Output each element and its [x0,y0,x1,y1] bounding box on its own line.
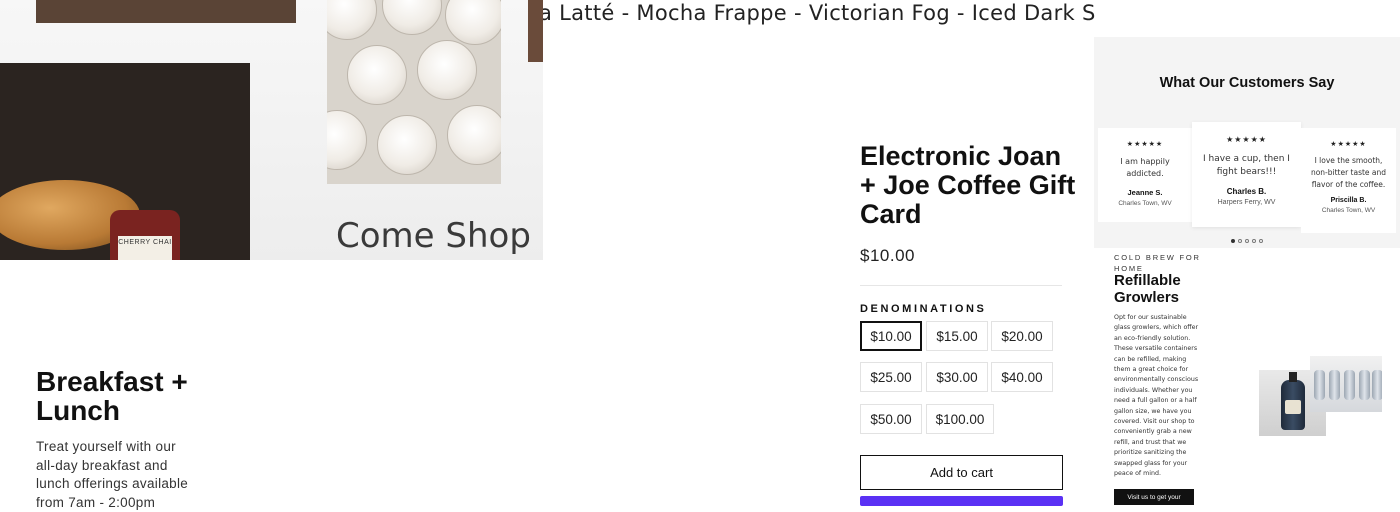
testimonials-section: What Our Customers Say ★★★★★ I am happil… [1094,37,1400,248]
testimonial-card: ★★★★★ I love the smooth, non-bitter tast… [1301,128,1396,233]
drink-marquee: a Latté - Mocha Frappe - Victorian Fog -… [543,0,1095,30]
add-to-cart-button[interactable]: Add to cart [860,455,1063,490]
star-rating-icon: ★★★★★ [1126,141,1164,148]
growlers-cta-button[interactable]: Visit us to get your [1114,489,1194,505]
marquee-text: a Latté - Mocha Frappe - Victorian Fog -… [543,1,1095,25]
denomination-option-15[interactable]: $15.00 [926,321,988,351]
jar-lids-image [327,0,501,184]
testimonial-location: Charles Town, WV [1118,200,1172,207]
denomination-option-40[interactable]: $40.00 [991,362,1053,392]
testimonial-quote: I have a cup, then I fight bears!!! [1203,154,1290,177]
testimonial-name: Charles B. [1226,187,1267,196]
denomination-option-20[interactable]: $20.00 [991,321,1053,351]
carousel-dot[interactable] [1231,239,1235,243]
jam-jar-label: CHERRY CHAI [118,239,172,246]
growlers-eyebrow: COLD BREW FOR HOME [1114,253,1201,273]
hero-photo: CHERRY CHAI Come Shop [0,0,543,260]
growlers-title: Refillable Growlers [1114,272,1181,306]
product-price: $10.00 [860,246,915,265]
growler-bottle-shape [1281,372,1305,430]
testimonial-location: Charles Town, WV [1321,207,1376,214]
testimonial-quote: I love the smooth, non-bitter taste and … [1310,156,1387,189]
denomination-option-10[interactable]: $10.00 [860,321,922,351]
breakfast-text: Treat yourself with our all-day breakfas… [36,439,189,510]
denomination-option-25[interactable]: $25.00 [860,362,922,392]
carousel-dot[interactable] [1252,239,1256,243]
testimonial-card: ★★★★★ I have a cup, then I fight bears!!… [1192,122,1301,227]
denomination-option-100[interactable]: $100.00 [926,404,994,434]
denominations-label: DENOMINATIONS [860,303,987,315]
testimonial-location: Harpers Ferry, WV [1217,199,1276,206]
wood-plank-decor [36,0,296,23]
wood-strip-decor [528,0,543,62]
product-title: Electronic Joan + Joe Coffee Gift Card [860,141,1076,229]
carousel-dot[interactable] [1259,239,1263,243]
carousel-dot[interactable] [1245,239,1249,243]
come-shop-sign: Come Shop [336,216,531,256]
jam-jar-image [110,210,180,260]
testimonial-quote: I am happily addicted. [1120,157,1170,178]
divider [860,285,1062,286]
testimonial-name: Priscilla B. [1330,197,1367,204]
testimonial-name: Jeanne S. [1127,188,1163,197]
star-rating-icon: ★★★★★ [1226,135,1267,144]
carousel-dots [1231,239,1263,243]
testimonials-title: What Our Customers Say [1159,75,1335,91]
testimonial-card: ★★★★★ I am happily addicted. Jeanne S. C… [1098,128,1192,222]
breakfast-title: Breakfast + Lunch [36,366,188,426]
star-rating-icon: ★★★★★ [1330,141,1367,148]
denomination-option-30[interactable]: $30.00 [926,362,988,392]
carousel-dot[interactable] [1238,239,1242,243]
growler-shelf-image [1310,356,1382,412]
growlers-text: Opt for our sustainable glass growlers, … [1114,314,1199,478]
denomination-option-50[interactable]: $50.00 [860,404,922,434]
buy-now-button[interactable] [860,496,1063,506]
